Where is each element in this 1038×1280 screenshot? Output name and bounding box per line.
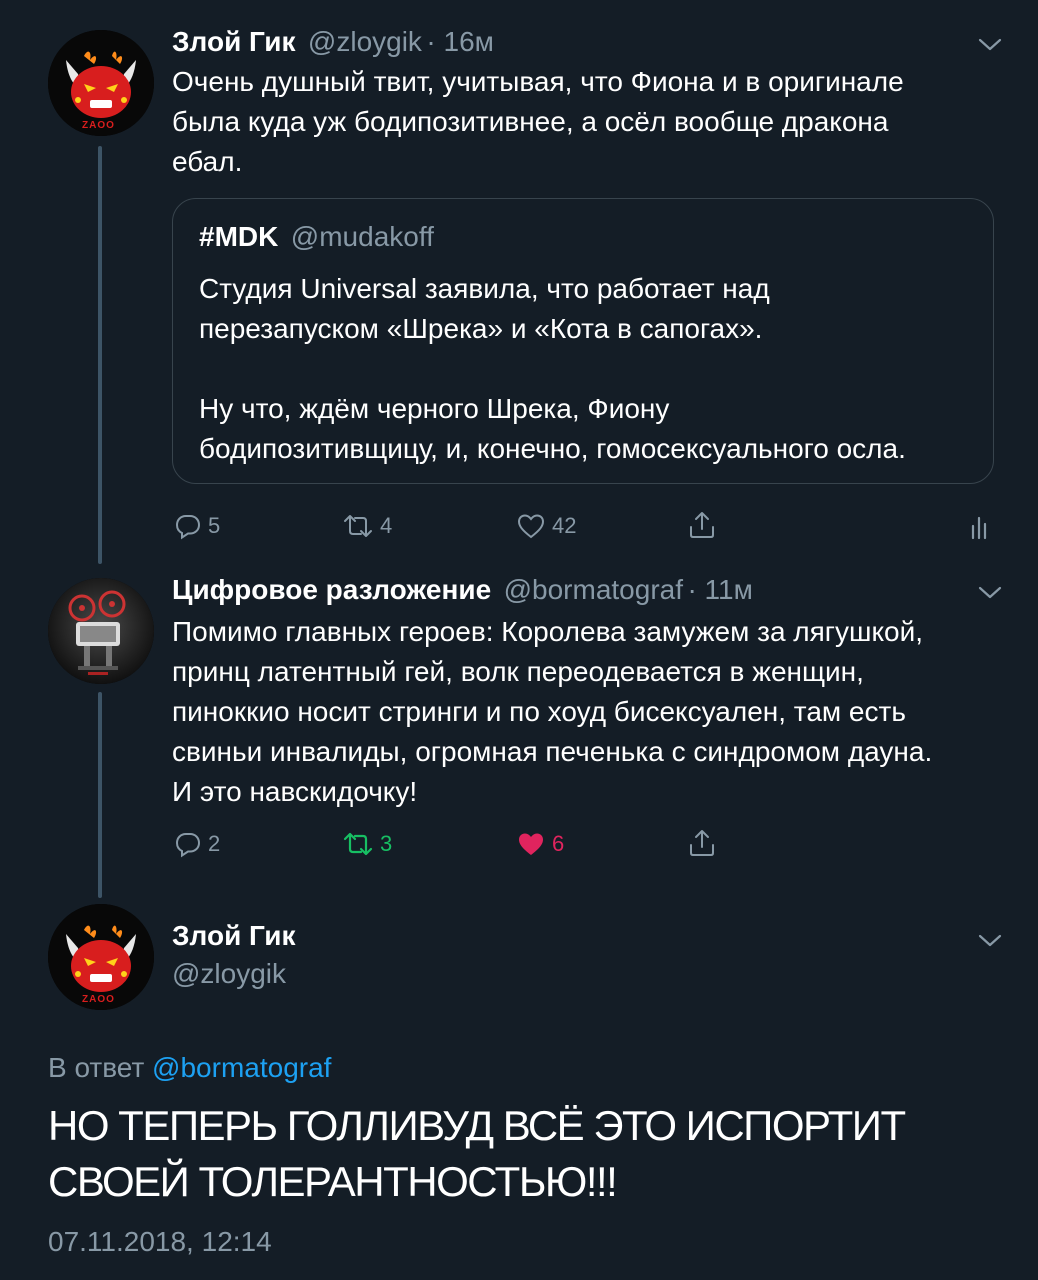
- quoted-text-line: перезапуском «Шрека» и «Кота в сапогах».: [199, 313, 763, 344]
- avatar[interactable]: ZAOO: [48, 30, 154, 136]
- author-handle[interactable]: @zloygik: [308, 26, 422, 57]
- tweet-text: Помимо главных героев: Королева замужем …: [172, 612, 1012, 812]
- tweet-timestamp[interactable]: 07.11.2018, 12:14: [48, 1226, 272, 1258]
- retweet-count: 4: [380, 513, 393, 538]
- thread-line-2: [98, 692, 102, 898]
- chevron-down-icon[interactable]: [978, 934, 1002, 948]
- quoted-tweet[interactable]: #MDK @mudakoff Студия Universal заявила,…: [172, 198, 994, 484]
- tweet-header: Цифровое разложение @bormatograf · 11м: [172, 574, 753, 606]
- author-name[interactable]: Цифровое разложение: [172, 574, 491, 605]
- author-name[interactable]: Злой Гик: [172, 920, 295, 952]
- tweet-header: Злой Гик @zloygik · 16м: [172, 26, 494, 58]
- main-text-line: НО ТЕПЕРЬ ГОЛЛИВУД ВСЁ ЭТО ИСПОРТИТ: [48, 1102, 906, 1149]
- quoted-text-line: бодипозитивщицу, и, конечно, гомосексуал…: [199, 433, 906, 464]
- chevron-down-icon[interactable]: [978, 38, 1002, 52]
- avatar-label: ZAOO: [82, 120, 115, 131]
- avatar-label: ZAOO: [82, 994, 115, 1005]
- main-tweet-text: НО ТЕПЕРЬ ГОЛЛИВУД ВСЁ ЭТО ИСПОРТИТ СВОЕ…: [48, 1098, 1008, 1210]
- quoted-text-line: Студия Universal заявила, что работает н…: [199, 273, 770, 304]
- thread-line-1: [98, 146, 102, 564]
- tweet-text-line: И это навскидочку!: [172, 776, 418, 807]
- tweet-time[interactable]: · 16м: [426, 26, 494, 57]
- reply-count: 2: [208, 831, 221, 856]
- quoted-text-line: Ну что, ждём черного Шрека, Фиону: [199, 393, 670, 424]
- chevron-down-icon[interactable]: [978, 586, 1002, 600]
- main-text-line: СВОЕЙ ТОЛЕРАНТНОСТЬЮ!!!: [48, 1158, 618, 1205]
- like-button[interactable]: 6: [516, 830, 564, 858]
- quoted-tweet-text: Студия Universal заявила, что работает н…: [199, 269, 989, 469]
- tweet-text-line: была куда уж бодипозитивнее, а осёл вооб…: [172, 106, 889, 137]
- film-projector-avatar-icon: [48, 578, 154, 684]
- quoted-tweet-header: #MDK @mudakoff: [199, 221, 434, 253]
- quoted-author-handle: @mudakoff: [290, 221, 434, 252]
- like-icon: [519, 833, 543, 855]
- analytics-button[interactable]: [970, 514, 992, 540]
- avatar[interactable]: ZAOO: [48, 904, 154, 1010]
- like-icon: [517, 514, 545, 539]
- tweet-text-line: пиноккио носит стринги и по хоуд бисексу…: [172, 696, 906, 727]
- reply-icon: [175, 833, 201, 858]
- quoted-author-name: #MDK: [199, 221, 279, 252]
- avatar[interactable]: [48, 578, 154, 684]
- analytics-icon: [971, 516, 987, 540]
- reply-count: 5: [208, 513, 221, 538]
- like-count: 42: [552, 513, 577, 538]
- like-button[interactable]: 42: [516, 512, 576, 540]
- retweet-count: 3: [380, 831, 393, 856]
- like-count: 6: [552, 831, 565, 856]
- reply-to-link[interactable]: @bormatograf: [152, 1052, 331, 1083]
- share-button[interactable]: [688, 510, 716, 540]
- tweet-text-line: свиньи инвалиды, огромная печенька с син…: [172, 736, 933, 767]
- retweet-icon: [343, 832, 373, 856]
- tweet-text-line: Очень душный твит, учитывая, что Фиона и…: [172, 66, 904, 97]
- reply-icon: [175, 515, 201, 540]
- share-icon: [690, 830, 714, 856]
- retweet-button[interactable]: 3: [342, 830, 392, 858]
- tweet-text-line: принц латентный гей, волк переодевается …: [172, 656, 864, 687]
- reply-prefix: В ответ: [48, 1052, 145, 1083]
- share-icon: [690, 512, 714, 538]
- reply-button[interactable]: 2: [174, 830, 220, 858]
- author-handle[interactable]: @bormatograf: [504, 574, 683, 605]
- reply-button[interactable]: 5: [174, 512, 220, 540]
- tweet-text-line: Помимо главных героев: Королева замужем …: [172, 616, 924, 647]
- tweet-text-line: ебал.: [172, 146, 243, 177]
- author-handle[interactable]: @zloygik: [172, 958, 286, 990]
- reply-context: В ответ @bormatograf: [48, 1052, 331, 1084]
- tweet-text: Очень душный твит, учитывая, что Фиона и…: [172, 62, 1002, 182]
- retweet-button[interactable]: 4: [342, 512, 392, 540]
- share-button[interactable]: [688, 828, 716, 858]
- author-name[interactable]: Злой Гик: [172, 26, 295, 57]
- retweet-icon: [344, 515, 372, 537]
- tweet-time[interactable]: · 11м: [687, 574, 752, 605]
